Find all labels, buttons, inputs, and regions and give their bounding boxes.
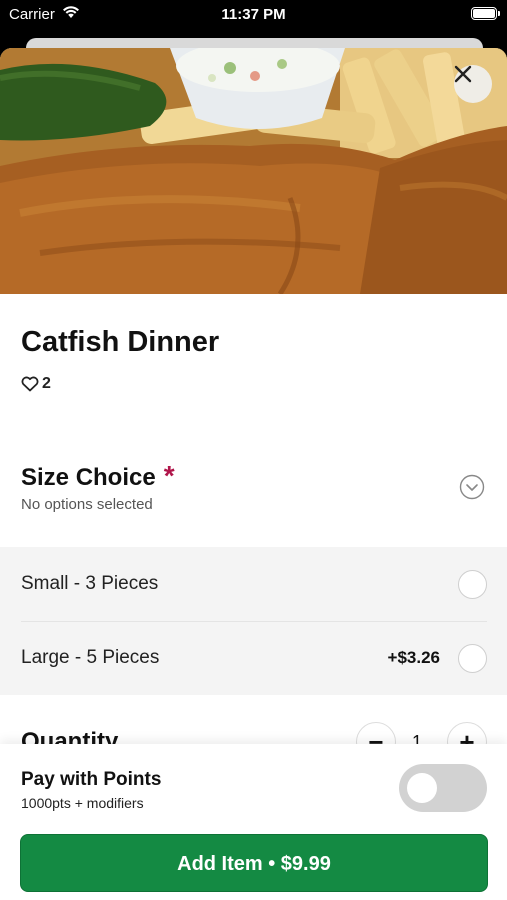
like-button[interactable]: 2: [21, 375, 51, 393]
option-radio[interactable]: [458, 644, 487, 673]
option-radio[interactable]: [458, 570, 487, 599]
pay-with-points-subtitle: 1000pts + modifiers: [21, 795, 144, 811]
option-label: Large - 5 Pieces: [21, 647, 160, 668]
item-title: Catfish Dinner: [21, 326, 220, 358]
toggle-knob: [407, 773, 437, 803]
option-price: +$3.26: [387, 648, 440, 667]
status-time: 11:37 PM: [221, 6, 286, 23]
item-photo: [0, 48, 507, 294]
size-options-list: Small - 3 Pieces Large - 5 Pieces +$3.26: [0, 547, 507, 695]
chevron-down-icon[interactable]: [459, 474, 485, 500]
required-indicator: *: [163, 460, 175, 491]
add-item-button[interactable]: Add Item • $9.99: [20, 834, 488, 892]
checkout-panel: Pay with Points 1000pts + modifiers Add …: [0, 744, 507, 900]
battery-icon: [471, 7, 500, 20]
size-choice-label: Size Choice: [21, 464, 156, 491]
status-bar: Carrier 11:37 PM: [0, 0, 507, 30]
pay-with-points-title: Pay with Points: [21, 769, 162, 790]
option-label: Small - 3 Pieces: [21, 573, 159, 594]
size-choice-title: Size Choice *: [21, 460, 175, 492]
heart-icon: [21, 376, 39, 392]
size-choice-status: No options selected: [21, 496, 153, 513]
close-icon: [454, 65, 472, 83]
like-count: 2: [42, 375, 51, 392]
size-option-large[interactable]: Large - 5 Pieces +$3.26: [0, 621, 507, 695]
pay-with-points-toggle[interactable]: [399, 764, 487, 812]
close-button[interactable]: [454, 65, 492, 103]
item-detail-sheet: Catfish Dinner 2 Size Choice * No options…: [0, 48, 507, 900]
size-option-small[interactable]: Small - 3 Pieces: [0, 547, 507, 622]
